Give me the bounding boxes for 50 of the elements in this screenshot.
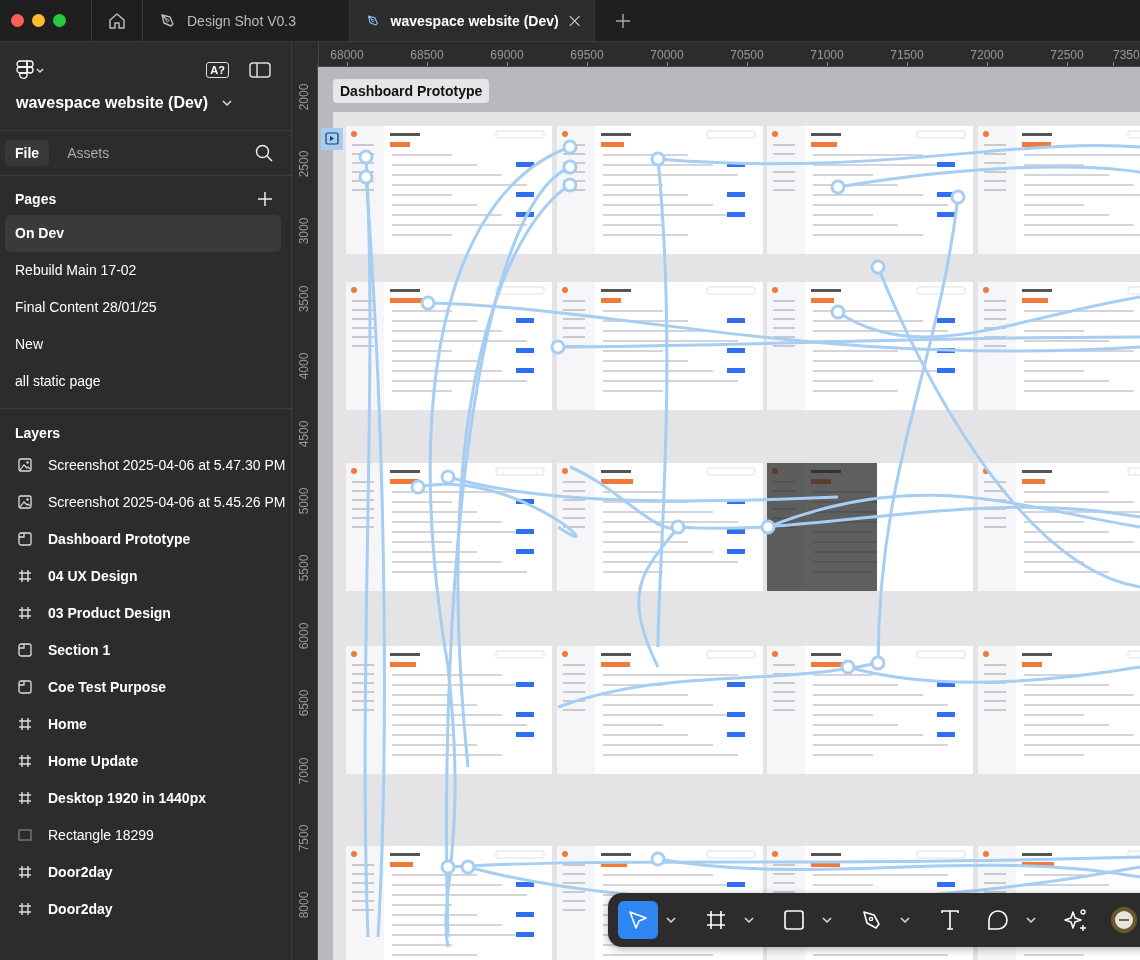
layer-item[interactable]: Door2day — [48, 900, 113, 917]
ruler-label: 6000 — [297, 622, 312, 650]
ruler-label: 4500 — [297, 420, 312, 447]
ruler-label: 2000 — [297, 83, 312, 111]
ruler-label: 70500 — [730, 48, 764, 62]
layer-item[interactable]: Screenshot 2025-04-06 at 5.45.26 PM — [48, 493, 286, 510]
ruler-label: 69500 — [570, 48, 604, 62]
project-title[interactable]: wavespace website (Dev) — [16, 94, 209, 112]
ruler-label: 7000 — [297, 757, 312, 784]
ruler-label: 5500 — [297, 555, 312, 582]
ai-badge[interactable]: A? — [206, 62, 229, 78]
page-item[interactable]: New — [5, 326, 281, 363]
layers-heading: Layers — [15, 425, 61, 441]
layer-item[interactable]: Dashboard Prototype — [48, 530, 191, 547]
page-item[interactable]: all static page — [5, 363, 281, 400]
layer-item[interactable]: Door2day — [48, 863, 113, 880]
layer-item[interactable]: Section 1 — [48, 641, 111, 658]
ruler-label: 7500 — [297, 824, 312, 852]
ruler-label: 4000 — [297, 352, 312, 380]
ruler-label: 71500 — [890, 48, 924, 62]
document-tab[interactable]: wavespace website (Dev) — [350, 0, 595, 41]
layer-item[interactable]: 04 UX Design — [48, 567, 138, 584]
ruler-label: 6500 — [297, 689, 312, 717]
ruler-label: 68500 — [410, 48, 444, 62]
layer-item[interactable]: Home Update — [48, 752, 139, 769]
layer-item[interactable]: Coe Test Purpose — [48, 678, 166, 695]
panel-tab[interactable]: Assets — [57, 140, 120, 166]
ruler-label: 2500 — [297, 150, 312, 178]
page-item[interactable]: Final Content 28/01/25 — [5, 289, 281, 326]
ruler-label: 8000 — [297, 892, 312, 919]
ruler-label: 71000 — [810, 48, 844, 62]
layer-item[interactable]: Screenshot 2025-04-06 at 5.47.30 PM — [48, 456, 286, 473]
panel-tab[interactable]: File — [5, 140, 50, 166]
ruler-label: 7350 — [1113, 48, 1140, 62]
section-label[interactable]: Dashboard Prototype — [333, 79, 490, 103]
layer-item[interactable]: Home — [48, 715, 87, 732]
page-item[interactable]: Rebuild Main 17-02 — [5, 252, 281, 289]
layer-item[interactable]: 03 Product Design — [48, 604, 171, 621]
ruler-label: 69000 — [490, 48, 524, 62]
pages-heading: Pages — [15, 191, 57, 207]
ruler-label: 70000 — [650, 48, 684, 62]
ruler-label: 5000 — [297, 487, 312, 515]
ruler-label: 72000 — [970, 48, 1004, 62]
page-item[interactable]: On Dev — [5, 215, 281, 252]
layer-item[interactable]: Rectangle 18299 — [48, 826, 154, 843]
layer-item[interactable]: Desktop 1920 in 1440px — [48, 789, 206, 806]
ruler-label: 3500 — [297, 285, 312, 313]
ruler-label: 68000 — [330, 48, 364, 62]
ruler-label: 72500 — [1050, 48, 1084, 62]
ruler-label: 3000 — [297, 218, 312, 245]
